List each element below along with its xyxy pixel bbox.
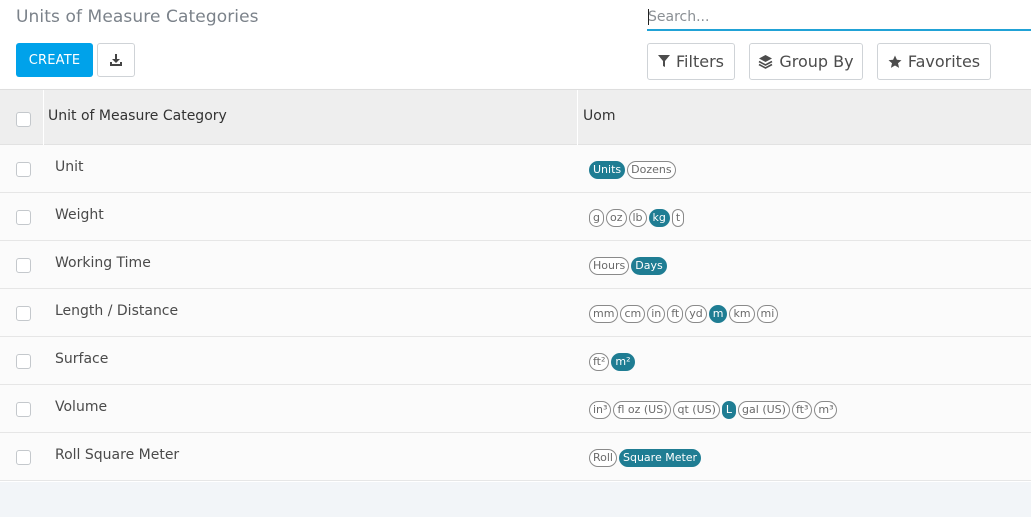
create-button[interactable]: CREATE <box>16 43 93 77</box>
uom-tag[interactable]: Dozens <box>627 161 676 179</box>
uom-tag[interactable]: gal (US) <box>738 401 790 419</box>
uom-tags: g oz lb kg t <box>589 209 685 227</box>
group-by-button[interactable]: Group By <box>749 43 863 80</box>
uom-tag-reference[interactable]: Days <box>631 257 667 275</box>
uom-tag[interactable]: cm <box>620 305 646 323</box>
uom-tag-reference[interactable]: m² <box>611 353 635 371</box>
table-row[interactable]: Surface ft² m² <box>0 337 1031 385</box>
favorites-button[interactable]: Favorites <box>877 43 991 80</box>
table-row[interactable]: Roll Square Meter Roll Square Meter <box>0 433 1031 481</box>
uom-tags: in³ fl oz (US) qt (US) Lgal (US) ft³ m³ <box>589 401 838 419</box>
layers-icon <box>758 55 773 69</box>
category-name: Length / Distance <box>55 303 179 319</box>
category-name: Surface <box>55 351 109 367</box>
uom-tag-reference[interactable]: Square Meter <box>619 449 702 467</box>
row-checkbox[interactable] <box>16 306 31 321</box>
row-checkbox[interactable] <box>16 402 31 417</box>
category-name: Weight <box>55 207 104 223</box>
uom-tags: Roll Square Meter <box>589 449 702 467</box>
row-checkbox[interactable] <box>16 258 31 273</box>
uom-tag[interactable]: qt (US) <box>673 401 720 419</box>
uom-tags: Hours Days <box>589 257 667 275</box>
uom-tags: Units Dozens <box>589 161 676 179</box>
column-header-uom[interactable]: Uom <box>583 108 615 124</box>
category-name: Working Time <box>55 255 151 271</box>
uom-tag[interactable]: lb <box>628 209 647 227</box>
filter-icon <box>658 55 671 67</box>
uom-tag[interactable]: yd <box>685 305 707 323</box>
table-body: Unit Units Dozens Weight g oz lb kg t Working Tim… <box>0 145 1031 481</box>
uom-tag[interactable]: mm <box>589 305 619 323</box>
category-name: Unit <box>55 159 84 175</box>
group-by-label: Group By <box>779 52 854 71</box>
download-icon <box>110 54 122 66</box>
favorites-label: Favorites <box>907 52 981 71</box>
uom-tag[interactable]: ft <box>667 305 684 323</box>
uom-tag[interactable]: fl oz (US) <box>613 401 672 419</box>
uom-tag[interactable]: in³ <box>589 401 612 419</box>
uom-tag[interactable]: Hours <box>589 257 630 275</box>
uom-tag-reference[interactable]: m <box>708 305 728 323</box>
row-checkbox[interactable] <box>16 162 31 177</box>
uom-tag-reference[interactable]: Units <box>589 161 626 179</box>
filters-label: Filters <box>676 52 724 71</box>
search-input[interactable] <box>647 4 1031 31</box>
uom-tag[interactable]: km <box>729 305 755 323</box>
uom-tag[interactable]: oz <box>605 209 627 227</box>
uom-tag[interactable]: m³ <box>814 401 838 419</box>
column-header-category[interactable]: Unit of Measure Category <box>48 108 227 124</box>
empty-area <box>0 482 1031 517</box>
table-row[interactable]: Volume in³ fl oz (US) qt (US) Lgal (US) ft³ m³ <box>0 385 1031 433</box>
select-all-checkbox[interactable] <box>16 112 31 127</box>
categories-table: Unit of Measure Category Uom Unit Units Do… <box>0 89 1031 481</box>
table-row[interactable]: Weight g oz lb kg t <box>0 193 1031 241</box>
star-icon <box>888 55 902 68</box>
row-checkbox[interactable] <box>16 210 31 225</box>
uom-tag[interactable]: mi <box>756 305 779 323</box>
uom-tags: mm cm in ft yd m km mi <box>589 305 779 323</box>
category-name: Volume <box>55 399 108 415</box>
table-row[interactable]: Unit Units Dozens <box>0 145 1031 193</box>
uom-tag[interactable]: ft³ <box>791 401 813 419</box>
uom-tag[interactable]: t <box>671 209 685 227</box>
text-caret <box>648 9 649 25</box>
uom-tag-reference[interactable]: L <box>721 401 737 419</box>
table-row[interactable]: Working Time Hours Days <box>0 241 1031 289</box>
uom-tag[interactable]: g <box>589 209 604 227</box>
uom-tag[interactable]: in <box>647 305 666 323</box>
table-row[interactable]: Length / Distance mm cm in ft yd m km mi <box>0 289 1031 337</box>
export-button[interactable] <box>97 43 135 77</box>
row-checkbox[interactable] <box>16 450 31 465</box>
uom-tag[interactable]: Roll <box>589 449 617 467</box>
column-divider <box>577 90 578 146</box>
row-checkbox[interactable] <box>16 354 31 369</box>
column-divider <box>43 90 44 146</box>
filters-button[interactable]: Filters <box>647 43 735 80</box>
uom-tag[interactable]: ft² <box>589 353 610 371</box>
category-name: Roll Square Meter <box>55 447 180 463</box>
control-panel: Units of Measure Categories CREATE Filte… <box>0 0 1031 89</box>
uom-tag-reference[interactable]: kg <box>648 209 670 227</box>
page-title: Units of Measure Categories <box>16 7 259 27</box>
table-header: Unit of Measure Category Uom <box>0 89 1031 146</box>
uom-tags: ft² m² <box>589 353 635 371</box>
list-view: Units of Measure Categories CREATE Filte… <box>0 0 1031 517</box>
